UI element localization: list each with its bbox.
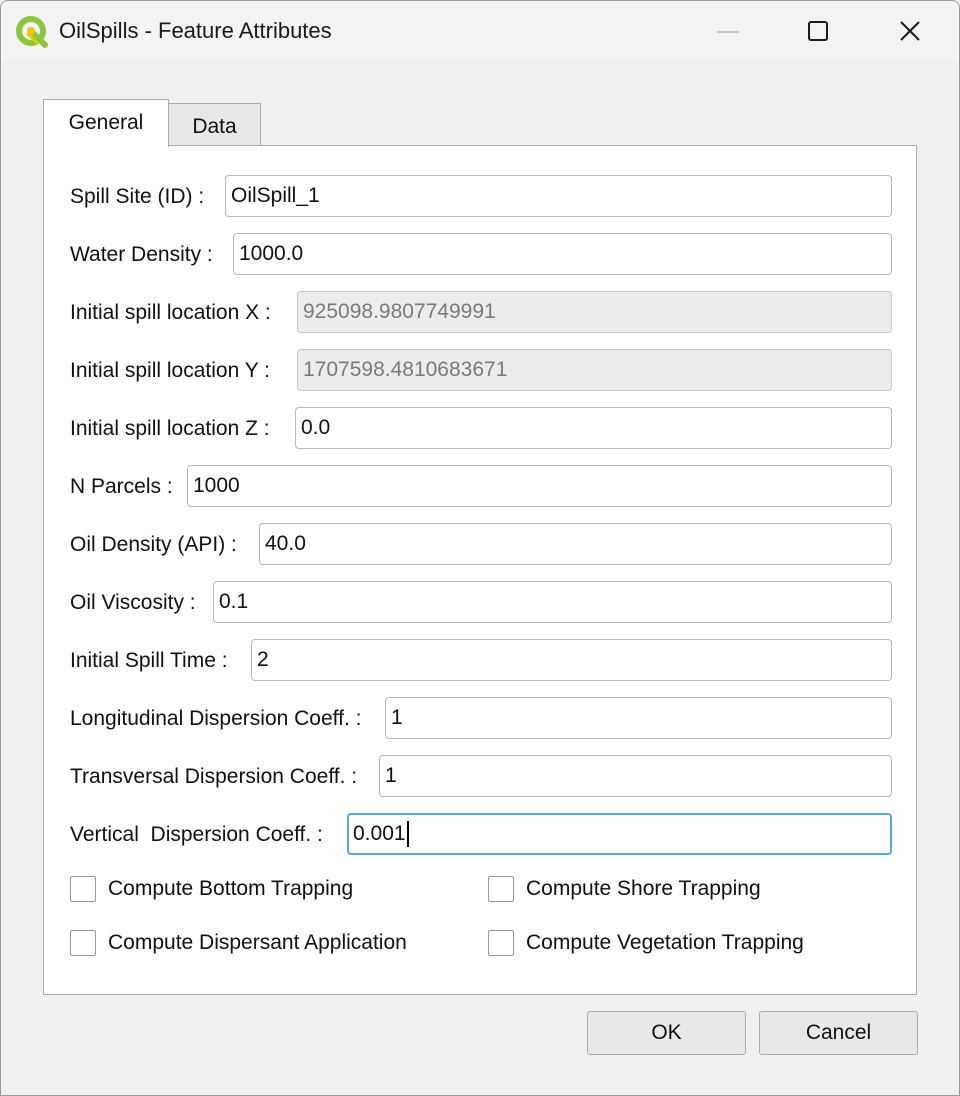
title-bar[interactable]: OilSpills - Feature Attributes xyxy=(1,1,959,61)
bottom-trapping-checkbox-row[interactable]: Compute Bottom Trapping xyxy=(70,876,353,902)
shore-trapping-label: Compute Shore Trapping xyxy=(526,877,761,900)
close-button[interactable] xyxy=(887,9,933,53)
spill-site-id-label: Spill Site (ID) : xyxy=(70,185,205,208)
minimize-button[interactable] xyxy=(705,9,751,53)
longitudinal-dispersion-label: Longitudinal Dispersion Coeff. : xyxy=(70,707,362,730)
ok-button-label: OK xyxy=(651,1021,682,1044)
tab-general-label: General xyxy=(68,110,144,134)
oil-viscosity-label: Oil Viscosity : xyxy=(70,591,196,614)
feature-attributes-dialog: OilSpills - Feature Attributes General D… xyxy=(0,0,960,1096)
cancel-button-label: Cancel xyxy=(805,1021,872,1044)
oil-density-input[interactable]: 40.0 xyxy=(259,523,892,565)
initial-x-label: Initial spill location X : xyxy=(70,301,271,324)
transversal-dispersion-input[interactable]: 1 xyxy=(379,755,892,797)
vertical-dispersion-value: 0.001 xyxy=(353,822,406,845)
oil-density-label: Oil Density (API) : xyxy=(70,533,237,556)
initial-spill-time-input[interactable]: 2 xyxy=(251,639,892,681)
initial-x-input: 925098.9807749991 xyxy=(297,291,892,333)
bottom-trapping-label: Compute Bottom Trapping xyxy=(108,877,354,900)
maximize-button[interactable] xyxy=(795,9,841,53)
initial-z-label: Initial spill location Z : xyxy=(70,417,270,440)
spill-site-id-input[interactable]: OilSpill_1 xyxy=(225,175,892,217)
ok-button[interactable]: OK xyxy=(587,1011,746,1055)
initial-y-label: Initial spill location Y : xyxy=(70,359,271,382)
qgis-logo-icon xyxy=(15,15,49,49)
window-title: OilSpills - Feature Attributes xyxy=(59,18,332,43)
vegetation-trapping-label: Compute Vegetation Trapping xyxy=(526,931,804,954)
cancel-button[interactable]: Cancel xyxy=(759,1011,918,1055)
tab-data-label: Data xyxy=(192,114,237,138)
vertical-dispersion-input[interactable]: 0.001 xyxy=(347,813,892,855)
close-icon xyxy=(900,21,920,41)
n-parcels-label: N Parcels : xyxy=(70,475,173,498)
longitudinal-dispersion-input[interactable]: 1 xyxy=(385,697,892,739)
initial-y-input: 1707598.4810683671 xyxy=(297,349,892,391)
bottom-trapping-checkbox[interactable] xyxy=(70,876,96,902)
vertical-dispersion-label: Vertical Dispersion Coeff. : xyxy=(70,823,323,846)
oil-viscosity-input[interactable]: 0.1 xyxy=(213,581,892,623)
minimize-icon xyxy=(717,31,739,33)
water-density-label: Water Density : xyxy=(70,243,213,266)
shore-trapping-checkbox-row[interactable]: Compute Shore Trapping xyxy=(488,876,761,902)
n-parcels-input[interactable]: 1000 xyxy=(187,465,892,507)
dispersant-application-label: Compute Dispersant Application xyxy=(108,931,407,954)
shore-trapping-checkbox[interactable] xyxy=(488,876,514,902)
vegetation-trapping-checkbox-row[interactable]: Compute Vegetation Trapping xyxy=(488,930,804,956)
general-tab-panel: Spill Site (ID) : OilSpill_1 Water Densi… xyxy=(43,145,917,995)
maximize-icon xyxy=(808,21,828,41)
text-caret xyxy=(406,821,409,848)
transversal-dispersion-label: Transversal Dispersion Coeff. : xyxy=(70,765,358,788)
water-density-input[interactable]: 1000.0 xyxy=(233,233,892,275)
tab-general[interactable]: General xyxy=(43,99,169,147)
initial-z-input[interactable]: 0.0 xyxy=(295,407,892,449)
vegetation-trapping-checkbox[interactable] xyxy=(488,930,514,956)
tab-data[interactable]: Data xyxy=(168,103,261,145)
initial-spill-time-label: Initial Spill Time : xyxy=(70,649,228,672)
dispersant-application-checkbox-row[interactable]: Compute Dispersant Application xyxy=(70,930,407,956)
dispersant-application-checkbox[interactable] xyxy=(70,930,96,956)
